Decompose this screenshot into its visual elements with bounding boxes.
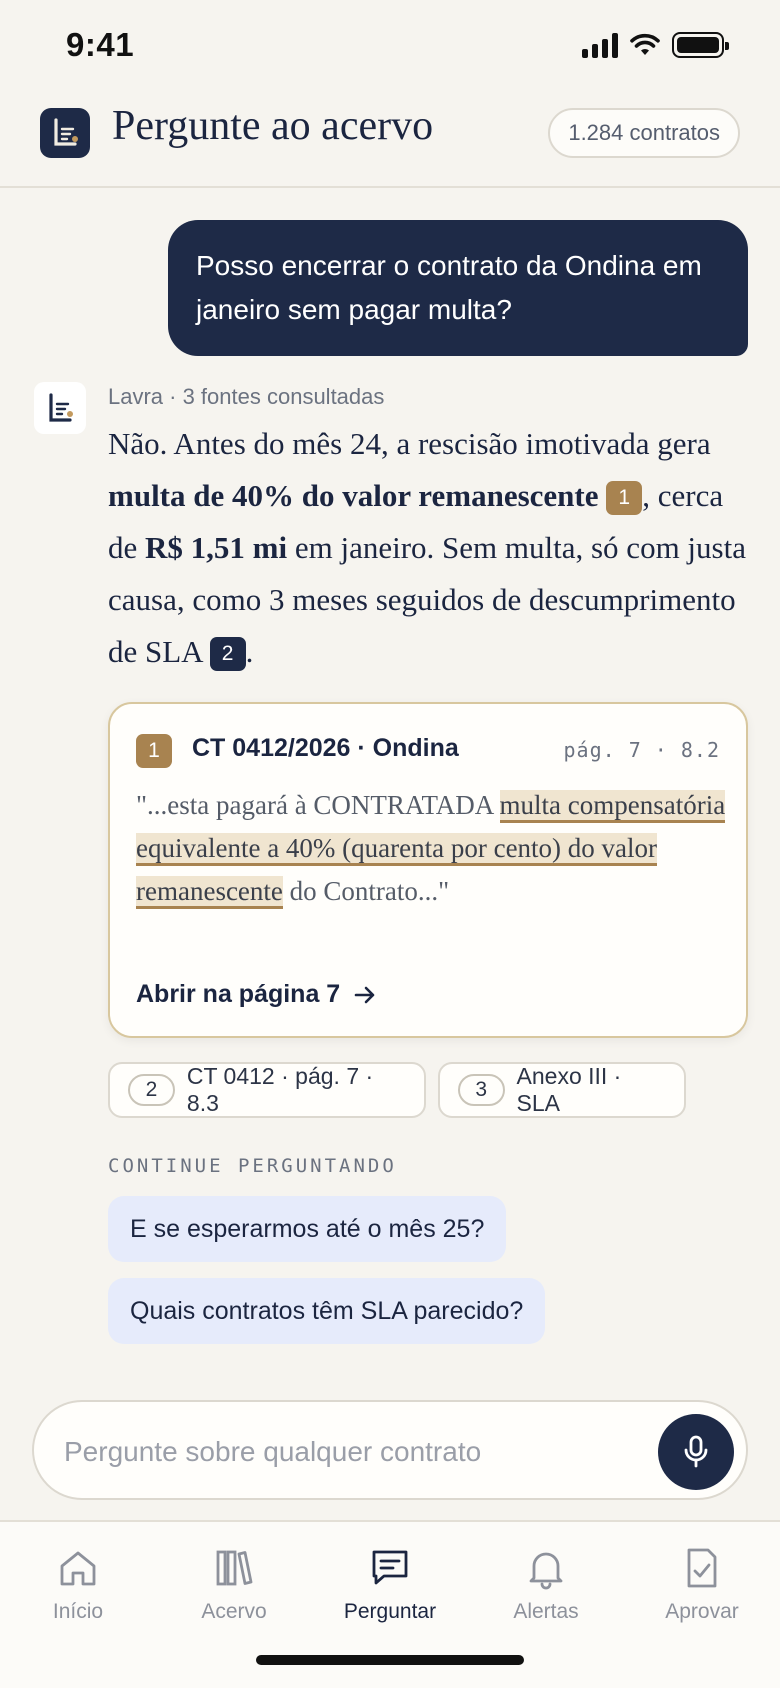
source-chip-label: Anexo III · SLA: [516, 1063, 622, 1116]
answer-text: Não. Antes do mês 24, a rescisão imotiva…: [108, 426, 711, 461]
open-page-link-label: Abrir na página 7: [136, 980, 341, 1008]
tab-inicio[interactable]: Início: [0, 1544, 156, 1624]
approve-document-icon: [687, 1548, 717, 1588]
cellular-signal-icon: [582, 32, 618, 58]
source-chip-number: 3: [458, 1074, 505, 1106]
assistant-meta: Lavra · 3 fontes consultadas: [108, 384, 385, 409]
source-chip-number: 2: [128, 1074, 175, 1106]
app-logo-icon: [40, 108, 90, 158]
arrow-right-icon: [354, 986, 375, 1003]
tab-aprovar[interactable]: Aprovar: [624, 1544, 780, 1624]
battery-icon: [672, 32, 729, 58]
home-indicator: [256, 1655, 524, 1665]
quote-text: "...esta pagará à CONTRATADA: [136, 790, 500, 820]
suggestion-chip[interactable]: E se esperarmos até o mês 25?: [108, 1196, 507, 1262]
tab-label: Perguntar: [343, 1600, 437, 1623]
assistant-avatar-icon: [34, 382, 86, 434]
answer-bold-text: R$ 1,51 mi: [145, 530, 288, 565]
app-header: Pergunte ao acervo 1.284 contratos: [0, 92, 780, 188]
microphone-button[interactable]: [658, 1414, 734, 1490]
citation-badge-1[interactable]: 1: [606, 481, 643, 515]
source-card-quote: "...esta pagará à CONTRATADA multa compe…: [136, 784, 726, 913]
ask-input-bar: [32, 1400, 748, 1500]
chat-icon: [372, 1550, 408, 1585]
source-chip-2[interactable]: 2 CT 0412 · pág. 7 · 8.3: [108, 1062, 426, 1118]
answer-text: .: [245, 634, 254, 669]
source-chip-3[interactable]: 3 Anexo III · SLA: [438, 1062, 686, 1118]
source-card-page-ref: pág. 7 · 8.2: [563, 738, 720, 762]
status-time: 9:41: [66, 26, 135, 63]
bell-icon: [529, 1552, 563, 1590]
source-chip-label: CT 0412 · pág. 7 · 8.3: [186, 1063, 374, 1116]
contracts-count-badge[interactable]: 1.284 contratos: [548, 108, 740, 158]
tab-label: Alertas: [513, 1600, 579, 1623]
ask-input[interactable]: [64, 1424, 644, 1480]
wifi-icon: [630, 33, 660, 55]
status-icons: [582, 32, 729, 58]
continue-label: CONTINUE PERGUNTANDO: [108, 1155, 397, 1177]
quote-text: do Contrato...": [282, 876, 450, 906]
assistant-answer: Não. Antes do mês 24, a rescisão imotiva…: [108, 418, 748, 678]
user-message-bubble: Posso encerrar o contrato da Ondina em j…: [168, 220, 748, 356]
suggestion-chip[interactable]: Quais contratos têm SLA parecido?: [108, 1278, 546, 1344]
tab-label: Acervo: [201, 1600, 267, 1623]
source-card-badge: 1: [136, 734, 172, 768]
microphone-icon: [684, 1435, 708, 1468]
answer-bold-text: multa de 40% do valor remanescente: [108, 478, 599, 513]
home-icon: [60, 1551, 96, 1586]
tab-acervo[interactable]: Acervo: [156, 1544, 312, 1624]
status-bar: 9:41: [0, 0, 780, 90]
page-title: Pergunte ao acervo: [112, 103, 434, 149]
books-icon: [216, 1550, 253, 1586]
tab-perguntar[interactable]: Perguntar: [312, 1544, 468, 1624]
tab-label: Início: [52, 1600, 104, 1623]
tab-label: Aprovar: [665, 1600, 739, 1623]
tab-alertas[interactable]: Alertas: [468, 1544, 624, 1624]
open-page-link[interactable]: Abrir na página 7: [136, 980, 376, 1009]
source-card[interactable]: 1 CT 0412/2026 · Ondina pág. 7 · 8.2 "..…: [108, 702, 748, 1038]
citation-badge-2[interactable]: 2: [209, 637, 246, 671]
source-card-title: CT 0412/2026 · Ondina: [192, 734, 459, 762]
